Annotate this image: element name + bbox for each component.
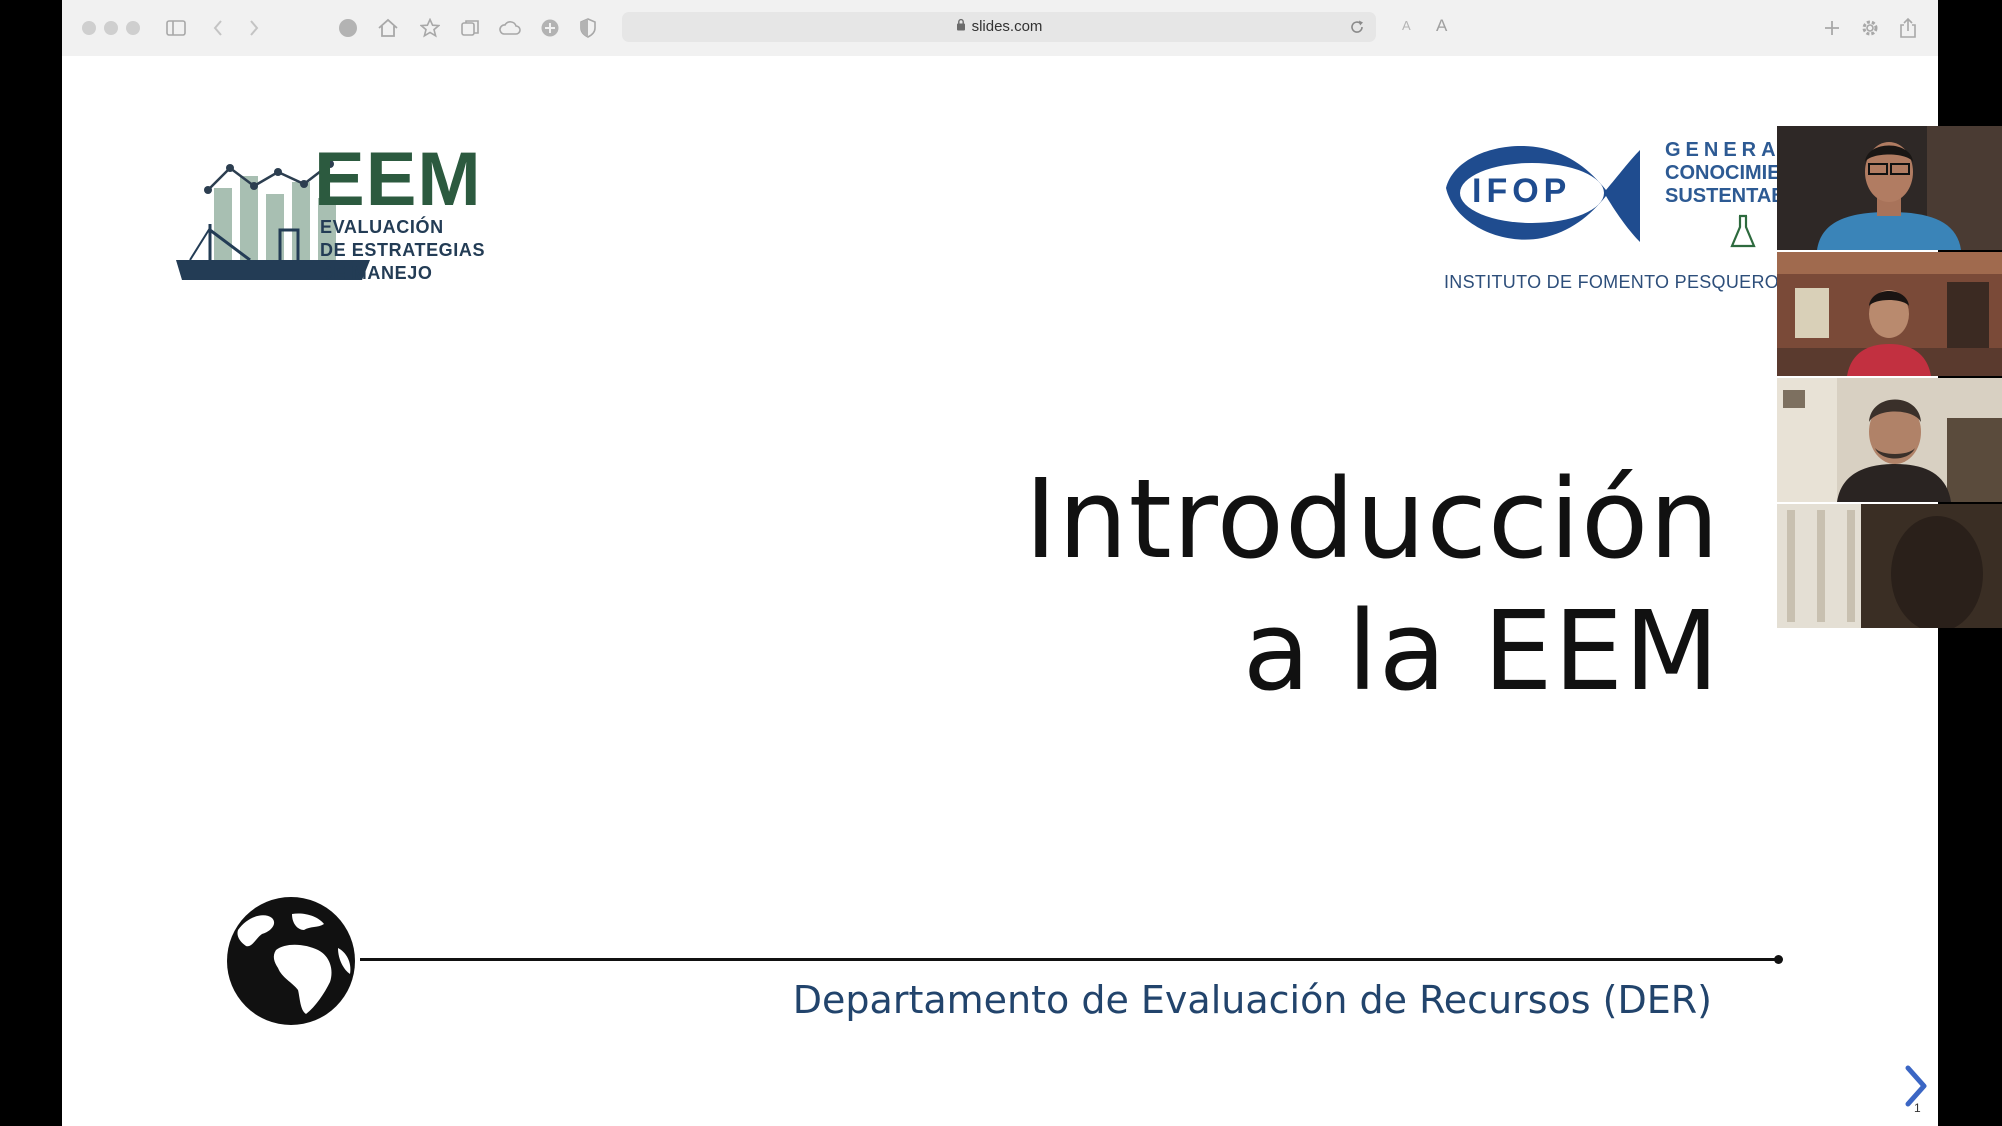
address-bar[interactable]: slides.com bbox=[622, 12, 1376, 42]
url-display: slides.com bbox=[622, 12, 1376, 42]
reload-icon[interactable] bbox=[1348, 18, 1366, 40]
eem-logo-line-2: DE ESTRATEGIAS bbox=[320, 240, 486, 260]
zoom-window-button[interactable] bbox=[126, 21, 140, 35]
ifop-tagline-3: SUSTENTAB bbox=[1665, 185, 1786, 207]
gear-icon[interactable] bbox=[1856, 14, 1884, 42]
ifop-tagline-1: GENERA bbox=[1665, 139, 1781, 161]
reader-text-larger[interactable]: A bbox=[1436, 16, 1447, 36]
ifop-tagline-2: CONOCIMIE bbox=[1665, 162, 1781, 184]
url-text: slides.com bbox=[971, 18, 1043, 35]
forward-icon[interactable] bbox=[240, 14, 268, 42]
close-window-button[interactable] bbox=[82, 21, 96, 35]
eem-logo-line-3: DE MANEJO bbox=[320, 263, 433, 283]
star-icon[interactable] bbox=[416, 14, 444, 42]
ifop-institute-name: INSTITUTO DE FOMENTO PESQUERO ★ bbox=[1444, 272, 1801, 292]
shield-icon[interactable] bbox=[574, 14, 602, 42]
ifop-mark-text: IFOP bbox=[1472, 172, 1572, 210]
participant-video-3[interactable] bbox=[1777, 378, 2002, 502]
timeline-line bbox=[360, 958, 1780, 961]
sidebar-icon[interactable] bbox=[162, 14, 190, 42]
slide-title-line-2: a la EEM bbox=[1242, 587, 1720, 715]
eem-logo-word: EEM bbox=[314, 137, 482, 222]
globe-icon bbox=[227, 897, 355, 1025]
share-icon[interactable] bbox=[1894, 14, 1922, 42]
participant-video-4[interactable] bbox=[1777, 504, 2002, 628]
globe-icon[interactable] bbox=[334, 14, 362, 42]
department-name: Departamento de Evaluación de Recursos (… bbox=[792, 978, 1712, 1022]
eem-logo-line-1: EVALUACIÓN bbox=[320, 217, 444, 237]
extension-icon[interactable] bbox=[536, 14, 564, 42]
cloud-icon[interactable] bbox=[496, 14, 524, 42]
page-number: 1 bbox=[1914, 1101, 1921, 1115]
back-icon[interactable] bbox=[204, 14, 232, 42]
tabs-icon[interactable] bbox=[456, 14, 484, 42]
browser-toolbar: slides.com A A bbox=[62, 0, 1938, 57]
lock-icon bbox=[956, 12, 966, 42]
presentation-slide: EEM EVALUACIÓN DE ESTRATEGIAS DE MANEJO … bbox=[62, 56, 1938, 1126]
video-call-tiles bbox=[1777, 126, 2002, 630]
reader-text-smaller[interactable]: A bbox=[1402, 18, 1411, 33]
timeline-end-dot bbox=[1774, 955, 1783, 964]
participant-video-1[interactable] bbox=[1777, 126, 2002, 250]
browser-window: slides.com A A EEM EVALUACIÓN DE ESTRATE… bbox=[62, 0, 1938, 1126]
participant-video-2[interactable] bbox=[1777, 252, 2002, 376]
minimize-window-button[interactable] bbox=[104, 21, 118, 35]
flask-icon bbox=[1730, 214, 1756, 248]
home-icon[interactable] bbox=[374, 14, 402, 42]
plus-icon[interactable] bbox=[1818, 14, 1846, 42]
slide-title-line-1: Introducción bbox=[1024, 455, 1720, 583]
